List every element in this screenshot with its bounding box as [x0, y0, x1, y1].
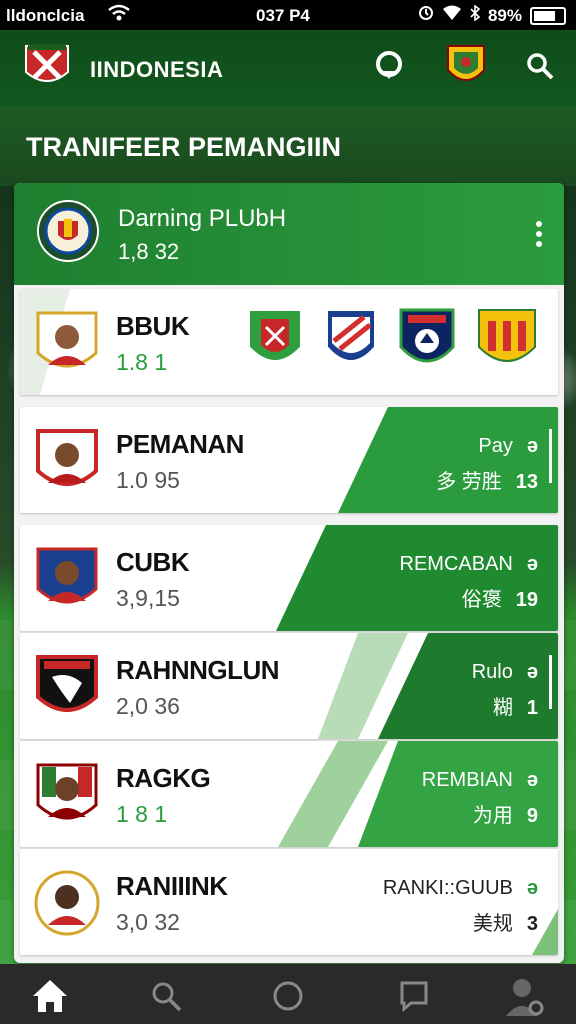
player-avatar	[34, 869, 100, 939]
transfer-type: Pay ə	[478, 435, 538, 457]
more-options-icon[interactable]	[536, 221, 544, 247]
home-icon[interactable]	[28, 974, 72, 1018]
player-name: BBUK	[116, 311, 190, 341]
player-row[interactable]: RANIIINK 3,0 32 RANKI::GUUB ə 美规 3	[20, 849, 558, 955]
transfer-type: REMCABAN ə	[399, 553, 538, 575]
bluetooth-icon	[470, 4, 481, 26]
transfer-count: 3	[526, 913, 538, 935]
transfer-type: RANKI::GUUB ə	[382, 877, 538, 899]
alarm-icon	[418, 5, 434, 26]
circle-icon[interactable]	[266, 974, 310, 1018]
notification-icon[interactable]	[368, 44, 412, 88]
header-title: IINDONESIA	[90, 57, 224, 82]
divider	[549, 655, 552, 709]
player-name: PEMANAN	[116, 429, 244, 459]
club-value: 1,8 32	[118, 239, 180, 264]
wifi-icon	[442, 5, 462, 26]
transfer-icon: ə	[526, 435, 538, 457]
transfer-icon: ə	[526, 661, 538, 683]
transfer-count: 9	[526, 805, 538, 827]
player-avatar	[34, 545, 100, 615]
battery-icon	[530, 6, 566, 25]
player-avatar	[34, 761, 100, 831]
chat-icon[interactable]	[392, 974, 436, 1018]
club-list	[246, 307, 538, 375]
transfer-icon: ə	[526, 553, 538, 575]
player-value: 3,0 32	[116, 909, 180, 935]
player-row[interactable]: BBUK 1.8 1	[20, 289, 558, 395]
transfer-count: 19	[515, 589, 538, 611]
divider	[549, 429, 552, 483]
player-value: 3,9,15	[116, 585, 180, 611]
bottom-navigation	[0, 964, 576, 1024]
player-avatar	[34, 309, 100, 379]
transfer-type: Rulo ə	[471, 661, 538, 683]
wifi-icon	[108, 4, 130, 27]
player-row[interactable]: PEMANAN 1.0 95 Pay ə 多 劳胜 13	[20, 407, 558, 513]
transfer-card: Darning PLUbH 1,8 32 BBUK 1.8 1 PEMANAN …	[14, 183, 564, 963]
transfer-detail: 俗褒 19	[461, 589, 538, 611]
club-crest-icon[interactable]	[476, 307, 538, 375]
player-row[interactable]: RAGKG 1 8 1 REMBIAN ə 为用 9	[20, 741, 558, 847]
club-crest-icon[interactable]	[398, 307, 456, 375]
status-bar: lldonclcia 037 P4 89%	[0, 0, 576, 30]
club-badge-icon	[36, 199, 100, 263]
player-row[interactable]: CUBK 3,9,15 REMCABAN ə 俗褒 19	[20, 525, 558, 631]
app-header: IINDONESIA	[0, 30, 576, 106]
transfer-detail: 为用 9	[472, 805, 538, 827]
battery-percent: 89%	[487, 5, 522, 25]
player-name: RAGKG	[116, 763, 211, 793]
search-icon[interactable]	[518, 44, 562, 88]
player-name: CUBK	[116, 547, 190, 577]
transfer-count: 13	[515, 471, 538, 493]
player-value: 1.8 1	[116, 349, 168, 375]
transfer-detail: 美规 3	[472, 913, 538, 935]
club-crest-icon[interactable]	[246, 307, 304, 375]
player-value: 1.0 95	[116, 467, 180, 493]
transfer-detail: 多 劳胜 13	[436, 471, 538, 493]
player-name: RANIIINK	[116, 871, 228, 901]
player-name: RAHNNGLUN	[116, 655, 280, 685]
section-header: TRANIFEER PEMANGIIN	[0, 106, 576, 186]
search-icon[interactable]	[144, 974, 188, 1018]
clock: 037 P4	[256, 6, 310, 25]
player-avatar	[34, 653, 100, 723]
transfer-detail: 糊1	[492, 697, 538, 719]
club-crest-icon[interactable]	[444, 44, 488, 88]
carrier-label: lldonclcia	[6, 6, 85, 25]
player-avatar	[34, 427, 100, 497]
club-crest-icon[interactable]	[324, 307, 378, 375]
transfer-count: 1	[526, 697, 538, 719]
player-row[interactable]: RAHNNGLUN 2,0 36 Rulo ə 糊1	[20, 633, 558, 739]
player-value: 1 8 1	[116, 801, 168, 827]
club-logo-icon[interactable]	[22, 42, 72, 90]
transfer-icon: ə	[526, 769, 538, 791]
club-name: Darning PLUbH	[118, 205, 287, 232]
page-title: TRANIFEER PEMANGIIN	[26, 132, 342, 162]
transfer-type: REMBIAN ə	[421, 769, 538, 791]
profile-settings-icon[interactable]	[500, 974, 544, 1018]
club-header[interactable]: Darning PLUbH 1,8 32	[14, 183, 564, 285]
transfer-icon: ə	[526, 877, 538, 899]
player-value: 2,0 36	[116, 693, 180, 719]
